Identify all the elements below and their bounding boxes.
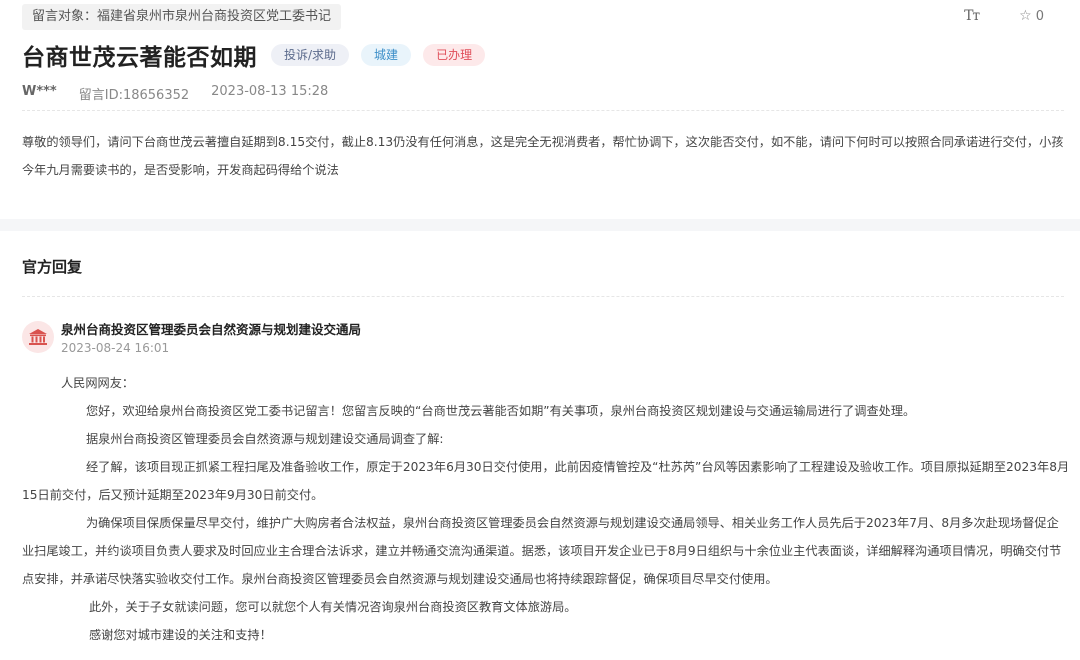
title-row: 台商世茂云著能否如期 投诉/求助 城建 已办理 [22,38,497,72]
status-badge: 已办理 [423,44,486,66]
message-content: 尊敬的领导们，请问下台商世茂云著擅自延期到8.15交付，截止8.13仍没有任何消… [22,135,1064,177]
author-name: W*** [22,84,57,99]
reply-paragraph: 为确保项目保质保量尽早交付，维护广大购房者合法权益，泉州台商投资区管理委员会自然… [22,516,1062,586]
divider [22,110,1064,111]
message-meta: W*** 留言ID:18656352 2023-08-13 15:28 [22,84,328,103]
domain-badge: 城建 [361,44,412,66]
reply-body: 人民网网友： 您好，欢迎给泉州台商投资区党工委书记留言！您留言反映的“台商世茂云… [22,369,1070,649]
reply-paragraph: 您好，欢迎给泉州台商投资区党工委书记留言！您留言反映的“台商世茂云著能否如期”有… [86,404,916,418]
reply-paragraph: 据泉州台商投资区管理委员会自然资源与规划建设交通局调查了解: [86,432,444,446]
message-id: 留言ID:18656352 [78,88,190,103]
divider [22,296,1064,297]
official-reply-heading: 官方回复 [22,258,83,276]
reply-closing: 感谢您对城市建设的关注和支持！ [89,628,272,642]
type-badge: 投诉/求助 [271,44,350,66]
message-title: 台商世茂云著能否如期 [22,45,257,71]
message-target: 留言对象：福建省泉州市泉州台商投资区党工委书记 [22,4,342,30]
reply-paragraph: 经了解，该项目现正抓紧工程扫尾及准备验收工作，原定于2023年6月30日交付使用… [22,460,1070,502]
target-name[interactable]: 福建省泉州市泉州台商投资区党工委书记 [97,9,331,24]
toolbar: Tт ☆ 0 [964,8,1044,24]
star-icon: ☆ [1019,8,1032,24]
font-size-icon: Tт [964,8,980,24]
favorite-button[interactable]: ☆ 0 [1019,8,1044,24]
government-building-icon [22,321,54,353]
target-prefix: 留言对象： [32,9,98,24]
message-datetime: 2023-08-13 15:28 [211,84,329,99]
section-separator [0,219,1080,231]
font-size-button[interactable]: Tт [964,8,980,24]
reply-salutation: 人民网网友： [61,376,135,390]
reply-org-name: 泉州台商投资区管理委员会自然资源与规划建设交通局 [61,322,362,337]
reply-paragraph: 此外，关于子女就读问题，您可以就您个人有关情况咨询泉州台商投资区教育文体旅游局。 [89,600,577,614]
favorite-count: 0 [1035,8,1044,24]
reply-time: 2023-08-24 16:01 [61,341,170,355]
